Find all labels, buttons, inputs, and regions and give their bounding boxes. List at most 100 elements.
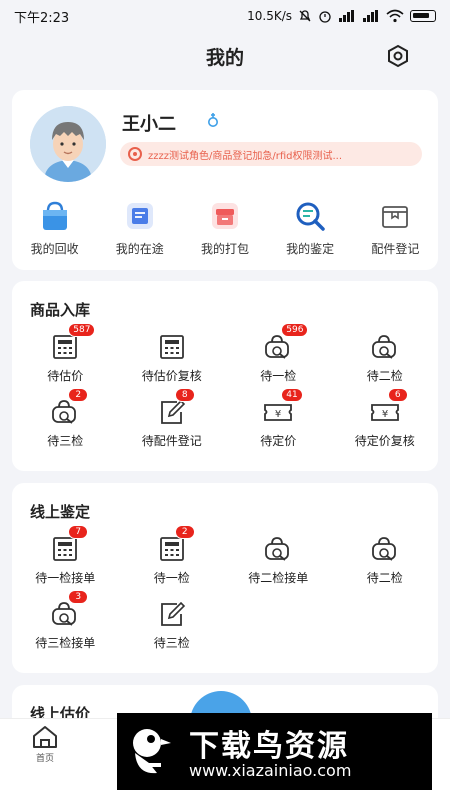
grid-item-pricing-review[interactable]: ¥ 6 待定价复核 (332, 388, 439, 449)
bag-search-icon (52, 400, 77, 424)
status-bar: 下午2:23 10.5K/s (0, 0, 450, 32)
bag-search-icon (52, 602, 77, 626)
grid-item-third-check[interactable]: 2 待三检 (12, 388, 119, 449)
calculator-icon (159, 537, 184, 561)
edit-icon (160, 601, 185, 626)
count-badge: 596 (281, 323, 309, 337)
role-dot-icon (128, 147, 142, 161)
status-time: 下午2:23 (14, 10, 70, 26)
quick-my-recycle[interactable]: 我的回收 (15, 198, 95, 257)
avatar[interactable] (30, 106, 106, 182)
mute-bell-icon (299, 10, 311, 22)
wifi-icon (386, 9, 404, 23)
role-badge[interactable]: zzzz测试角色/商品登记加急/rfid权限测试... (120, 142, 422, 166)
grid-item-online-first-check[interactable]: 2 待一检 (119, 525, 226, 586)
quick-actions: 我的回收 我的在途 我的打包 我的鉴定 配件登记 (12, 198, 438, 257)
quick-in-transit[interactable]: 我的在途 (100, 198, 180, 257)
quick-label: 我的鉴定 (286, 242, 335, 256)
grid-label: 待一检 (153, 571, 190, 585)
count-badge: 587 (68, 323, 96, 337)
count-badge: 2 (68, 388, 89, 402)
document-icon (126, 203, 153, 229)
bag-search-icon (265, 335, 290, 359)
storage-card: 商品入库 587 待估价 待估价复核 596 待一检 待二检 2 待三检 8 待… (12, 281, 438, 471)
quick-label: 我的打包 (200, 242, 249, 256)
quick-accessory-register[interactable]: 配件登记 (355, 198, 435, 257)
nav-home-label: 首页 (35, 754, 54, 764)
role-text: zzzz测试角色/商品登记加急/rfid权限测试... (148, 150, 343, 162)
svg-text:¥: ¥ (382, 409, 388, 420)
home-icon (33, 726, 57, 748)
section-title-storage: 商品入库 (30, 301, 91, 319)
network-speed: 10.5K/s (247, 9, 292, 23)
quick-label: 我的在途 (115, 242, 164, 256)
watermark-url: www.xiazainiao.com (189, 761, 352, 780)
grid-label: 待定价 (260, 434, 297, 448)
count-badge: 2 (174, 525, 195, 539)
calculator-icon (159, 335, 184, 359)
quick-my-package[interactable]: 我的打包 (185, 198, 265, 257)
title-bar: 我的 (0, 32, 450, 80)
grid-item-second-check[interactable]: 待二检 (332, 333, 439, 384)
bag-search-icon (371, 335, 396, 359)
grid-item-pending-pricing[interactable]: ¥ 41 待定价 (225, 388, 332, 449)
grid-label: 待一检接单 (35, 571, 96, 585)
grid-label: 待估价 (47, 369, 84, 383)
alarm-icon (319, 11, 331, 23)
box-outline-icon (382, 206, 409, 228)
signal-icon-2 (363, 10, 378, 22)
grid-label: 待一检 (260, 369, 297, 383)
count-badge: 41 (281, 388, 303, 402)
nav-home[interactable]: 首页 (30, 725, 60, 764)
calculator-icon (53, 537, 78, 561)
online-appraisal-card: 线上鉴定 7 待一检接单 2 待一检 待二检接单 待二检 3 待三检接单 待三检 (12, 483, 438, 673)
grid-label: 待二检 (366, 571, 403, 585)
online-grid: 7 待一检接单 2 待一检 待二检接单 待二检 3 待三检接单 待三检 (12, 525, 439, 651)
package-box-icon (211, 203, 238, 229)
bird-logo-icon (133, 729, 171, 774)
grid-item-online-second-check[interactable]: 待二检 (332, 535, 439, 586)
count-badge: 6 (387, 388, 408, 402)
grid-item-second-check-order[interactable]: 待二检接单 (225, 535, 332, 586)
bag-search-icon (265, 537, 290, 561)
price-ticket-icon: ¥ (370, 404, 399, 421)
magnifier-icon (296, 202, 325, 231)
watermark-banner: 下载鸟资源 www.xiazainiao.com (117, 713, 432, 790)
grid-label: 待二检 (366, 369, 403, 383)
grid-label: 待三检 (47, 434, 84, 448)
settings-icon[interactable] (386, 44, 410, 68)
grid-label: 待定价复核 (354, 434, 415, 448)
quick-label: 我的回收 (30, 242, 79, 256)
username: 王小二 (122, 114, 176, 135)
section-title-online: 线上鉴定 (30, 503, 91, 521)
grid-item-online-third-check[interactable]: 待三检 (119, 600, 226, 651)
page-title: 我的 (205, 46, 244, 69)
grid-item-third-check-order[interactable]: 3 待三检接单 (12, 590, 119, 651)
edit-icon (160, 399, 185, 424)
calculator-icon (53, 335, 78, 359)
signal-icon (339, 10, 354, 22)
profile-card: 王小二 zzzz测试角色/商品登记加急/rfid权限测试... 我的回收 我的在… (12, 90, 438, 270)
storage-grid: 587 待估价 待估价复核 596 待一检 待二检 2 待三检 8 待配件登记 … (12, 323, 439, 449)
grid-label: 待三检 (153, 636, 190, 650)
grid-label: 待估价复核 (141, 369, 202, 383)
quick-label: 配件登记 (371, 242, 420, 256)
grid-item-valuation-review[interactable]: 待估价复核 (119, 333, 226, 384)
count-badge: 7 (68, 525, 89, 539)
count-badge: 3 (68, 590, 89, 604)
quick-my-appraisal[interactable]: 我的鉴定 (270, 198, 350, 257)
shopping-bag-icon (42, 201, 67, 230)
grid-item-first-check-order[interactable]: 7 待一检接单 (12, 525, 119, 586)
battery-icon (410, 10, 436, 22)
male-icon (208, 113, 218, 127)
price-ticket-icon: ¥ (264, 404, 293, 421)
bag-search-icon (371, 537, 396, 561)
grid-label: 待二检接单 (248, 571, 309, 585)
watermark-title: 下载鸟资源 (189, 729, 349, 764)
grid-item-first-check[interactable]: 596 待一检 (225, 323, 332, 384)
avatar-image (30, 106, 106, 182)
grid-item-pending-valuation[interactable]: 587 待估价 (12, 323, 119, 384)
grid-item-accessory-register[interactable]: 8 待配件登记 (119, 388, 226, 449)
grid-label: 待配件登记 (141, 434, 202, 448)
status-icons: 10.5K/s (247, 9, 436, 23)
